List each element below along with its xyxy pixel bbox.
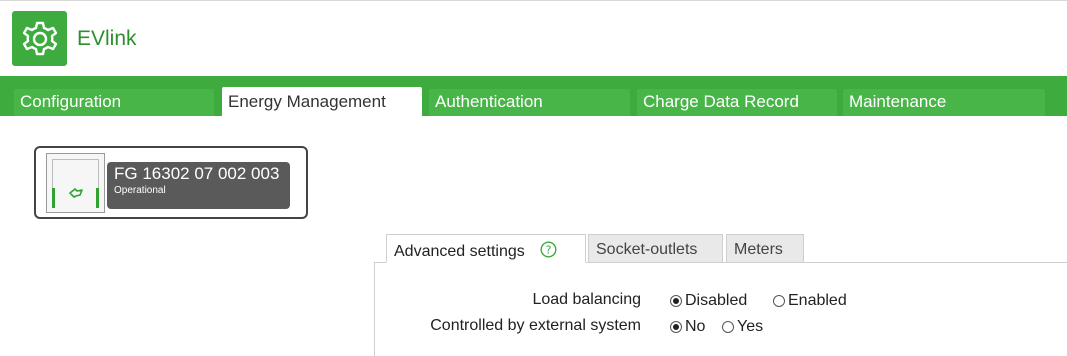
subtab-socket-outlets[interactable]: Socket-outlets [588,234,723,263]
socket-indicator-right [96,188,99,208]
logo [12,11,67,66]
tab-maintenance[interactable]: Maintenance [843,89,1045,116]
option-label: Disabled [685,292,748,309]
station-thumbnail [46,153,105,213]
tab-energy-management[interactable]: Energy Management [222,87,422,116]
help-icon[interactable]: ? [540,241,557,258]
station-id: FG 16302 07 002 003 [114,164,280,183]
load-balancing-disabled-radio[interactable]: Disabled [670,292,747,310]
radio-selected-icon [670,321,682,333]
tab-configuration[interactable]: Configuration [14,89,214,116]
charging-station-card[interactable]: FG 16302 07 002 003 Operational [34,146,308,219]
app-title: EVlink [77,26,137,50]
option-label: No [685,318,706,335]
external-system-yes-radio[interactable]: Yes [722,318,763,336]
socket-indicator-left [52,188,55,208]
load-balancing-label: Load balancing [532,291,641,308]
radio-unselected-icon [722,321,734,333]
plug-icon [69,188,83,198]
station-info: FG 16302 07 002 003 Operational [107,162,290,209]
top-divider [0,0,1067,1]
app-header: EVlink [12,11,137,66]
external-system-no-radio[interactable]: No [670,318,705,336]
station-status: Operational [114,185,166,196]
option-label: Yes [737,318,764,335]
gear-icon [22,21,57,55]
main-tab-bar: Configuration Energy Management Authenti… [0,76,1067,116]
radio-unselected-icon [773,295,785,307]
svg-text:?: ? [546,244,552,257]
subtab-meters[interactable]: Meters [726,234,804,263]
tab-charge-data-record[interactable]: Charge Data Record [637,89,837,116]
option-label: Enabled [788,292,847,309]
tab-authentication[interactable]: Authentication [429,89,630,116]
radio-selected-icon [670,295,682,307]
external-system-label: Controlled by external system [430,317,641,334]
load-balancing-enabled-radio[interactable]: Enabled [773,292,847,310]
subtab-label: Advanced settings [394,243,525,260]
subtab-advanced-settings[interactable]: Advanced settings ? [386,234,586,263]
